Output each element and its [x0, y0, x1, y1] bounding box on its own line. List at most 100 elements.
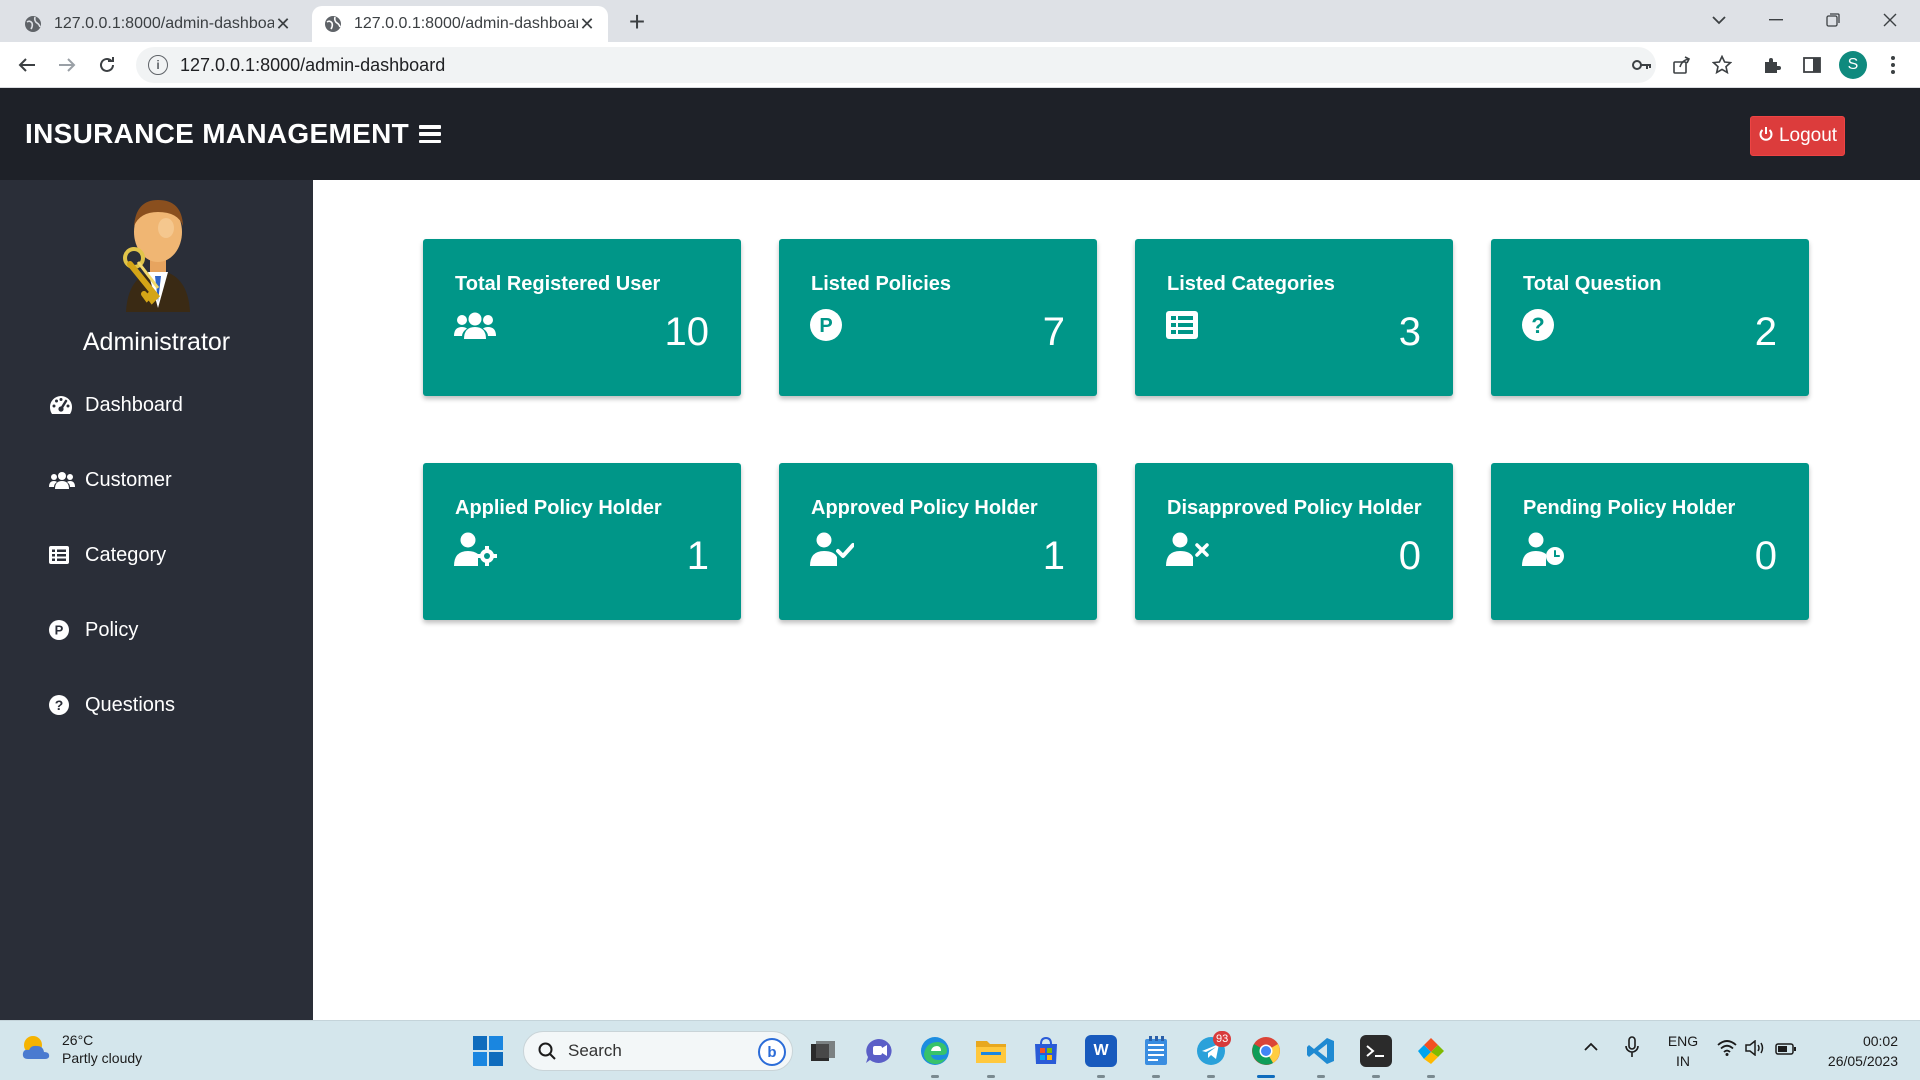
sidebar-item-label: Dashboard: [85, 393, 183, 416]
browser-toolbar: i 127.0.0.1:8000/admin-dashboard: [0, 42, 1920, 88]
clock-date: 26/05/2023: [1827, 1053, 1898, 1069]
sidebar-item-category[interactable]: Category: [49, 540, 166, 570]
card-title: Listed Policies: [811, 273, 952, 295]
card-total-question[interactable]: Total Question ? 2: [1491, 239, 1809, 396]
restore-icon[interactable]: [1811, 4, 1855, 36]
side-panel-icon[interactable]: [1797, 50, 1827, 80]
browser-tab-title: 127.0.0.1:8000/admin-dashboard: [54, 15, 274, 32]
reload-icon[interactable]: [92, 50, 122, 80]
address-bar[interactable]: i 127.0.0.1:8000/admin-dashboard: [136, 47, 1656, 83]
weather-widget[interactable]: 26°C Partly cloudy: [20, 1031, 142, 1067]
sidebar: Administrator Dashboard Customer Categor…: [0, 180, 313, 1020]
bookmark-star-icon[interactable]: [1707, 50, 1737, 80]
card-disapproved-policy-holder[interactable]: Disapproved Policy Holder 0: [1135, 463, 1453, 620]
system-clock[interactable]: 00:02 26/05/2023: [1808, 1031, 1898, 1071]
user-check-icon: [810, 529, 854, 569]
taskbar-search[interactable]: Search b: [523, 1031, 793, 1071]
sidebar-item-questions[interactable]: ? Questions: [49, 690, 175, 720]
card-value: 1: [1042, 534, 1065, 578]
card-applied-policy-holder[interactable]: Applied Policy Holder 1: [423, 463, 741, 620]
user-clock-icon: [1522, 529, 1566, 569]
browser-tab-title: 127.0.0.1:8000/admin-dashboard: [354, 15, 578, 32]
app-header: INSURANCE MANAGEMENT Logout: [0, 88, 1920, 180]
card-title: Listed Categories: [1167, 273, 1335, 295]
card-value: 2: [1754, 310, 1777, 354]
user-cog-icon: [454, 529, 498, 569]
photos-app-icon[interactable]: [1415, 1035, 1447, 1067]
svg-text:P: P: [819, 315, 832, 337]
p-circle-icon: P: [810, 305, 842, 345]
card-listed-policies[interactable]: Listed Policies P 7: [779, 239, 1097, 396]
edge-browser-icon[interactable]: [919, 1035, 951, 1067]
p-circle-icon: P: [49, 620, 75, 640]
hamburger-menu-icon[interactable]: [419, 125, 441, 143]
close-window-icon[interactable]: [1868, 4, 1912, 36]
terminal-icon[interactable]: [1360, 1035, 1392, 1067]
bing-icon[interactable]: b: [758, 1038, 786, 1066]
users-icon: [49, 471, 75, 489]
teams-chat-icon[interactable]: [863, 1035, 895, 1067]
wifi-icon[interactable]: [1717, 1040, 1737, 1061]
power-icon: [1758, 126, 1774, 147]
search-placeholder: Search: [568, 1041, 622, 1060]
user-times-icon: [1166, 529, 1210, 569]
microphone-icon[interactable]: [1625, 1036, 1639, 1063]
clock-time: 00:02: [1862, 1033, 1898, 1049]
forward-icon[interactable]: [52, 50, 82, 80]
close-tab-icon[interactable]: ✕: [274, 14, 292, 35]
extensions-icon[interactable]: [1757, 50, 1787, 80]
notification-badge: 93: [1213, 1031, 1232, 1047]
card-value: 0: [1754, 534, 1777, 578]
site-info-icon[interactable]: i: [148, 55, 168, 75]
windows-start-icon[interactable]: [472, 1035, 504, 1067]
sidebar-item-dashboard[interactable]: Dashboard: [49, 390, 183, 420]
notepad-icon[interactable]: [1140, 1035, 1172, 1067]
taskbar-running-indicator: [1207, 1075, 1215, 1078]
card-listed-categories[interactable]: Listed Categories 3: [1135, 239, 1453, 396]
battery-icon[interactable]: [1775, 1042, 1797, 1060]
language-indicator[interactable]: ENG IN: [1665, 1031, 1701, 1071]
taskbar-running-indicator: [1097, 1075, 1105, 1078]
region-code: IN: [1676, 1053, 1690, 1069]
partly-cloudy-icon: [20, 1033, 52, 1066]
taskbar-running-indicator: [1317, 1075, 1325, 1078]
brand-text: INSURANCE MANAGEMENT: [25, 118, 409, 149]
back-icon[interactable]: [12, 50, 42, 80]
vscode-icon[interactable]: [1305, 1035, 1337, 1067]
file-explorer-icon[interactable]: [975, 1035, 1007, 1067]
card-pending-policy-holder[interactable]: Pending Policy Holder 0: [1491, 463, 1809, 620]
sidebar-item-label: Category: [85, 543, 167, 566]
logout-button[interactable]: Logout: [1750, 116, 1845, 156]
chrome-icon[interactable]: [1250, 1035, 1282, 1067]
profile-avatar[interactable]: S: [1839, 51, 1867, 79]
show-hidden-icons-icon[interactable]: [1583, 1039, 1599, 1057]
sidebar-item-label: Policy: [85, 618, 139, 641]
task-view-icon[interactable]: [807, 1035, 839, 1067]
taskbar-running-indicator: [1152, 1075, 1160, 1078]
taskbar-active-indicator: [1257, 1075, 1275, 1078]
share-icon[interactable]: [1667, 50, 1697, 80]
sidebar-item-policy[interactable]: P Policy: [49, 615, 138, 645]
microsoft-store-icon[interactable]: [1030, 1035, 1062, 1067]
minimize-icon[interactable]: [1754, 4, 1798, 36]
tab-search-icon[interactable]: [1697, 4, 1741, 36]
key-icon[interactable]: [1627, 50, 1657, 80]
weather-desc: Partly cloudy: [62, 1050, 143, 1066]
new-tab-button[interactable]: +: [622, 8, 652, 36]
browser-tab-2[interactable]: 127.0.0.1:8000/admin-dashboard ✕: [312, 6, 608, 42]
sidebar-item-customer[interactable]: Customer: [49, 465, 172, 495]
card-value: 0: [1398, 534, 1421, 578]
browser-tab-1[interactable]: 127.0.0.1:8000/admin-dashboard ✕: [12, 6, 304, 42]
question-circle-icon: ?: [1522, 305, 1554, 345]
taskbar-running-indicator: [1372, 1075, 1380, 1078]
list-icon: [49, 546, 75, 564]
word-icon[interactable]: W: [1085, 1035, 1117, 1067]
url-text: 127.0.0.1:8000/admin-dashboard: [180, 54, 446, 75]
close-tab-icon[interactable]: ✕: [578, 14, 596, 35]
card-total-registered-user[interactable]: Total Registered User 10: [423, 239, 741, 396]
brand-title: INSURANCE MANAGEMENT: [25, 118, 441, 150]
volume-icon[interactable]: [1745, 1039, 1765, 1061]
card-approved-policy-holder[interactable]: Approved Policy Holder 1: [779, 463, 1097, 620]
card-title: Disapproved Policy Holder: [1167, 497, 1422, 519]
menu-kebab-icon[interactable]: [1878, 50, 1908, 80]
